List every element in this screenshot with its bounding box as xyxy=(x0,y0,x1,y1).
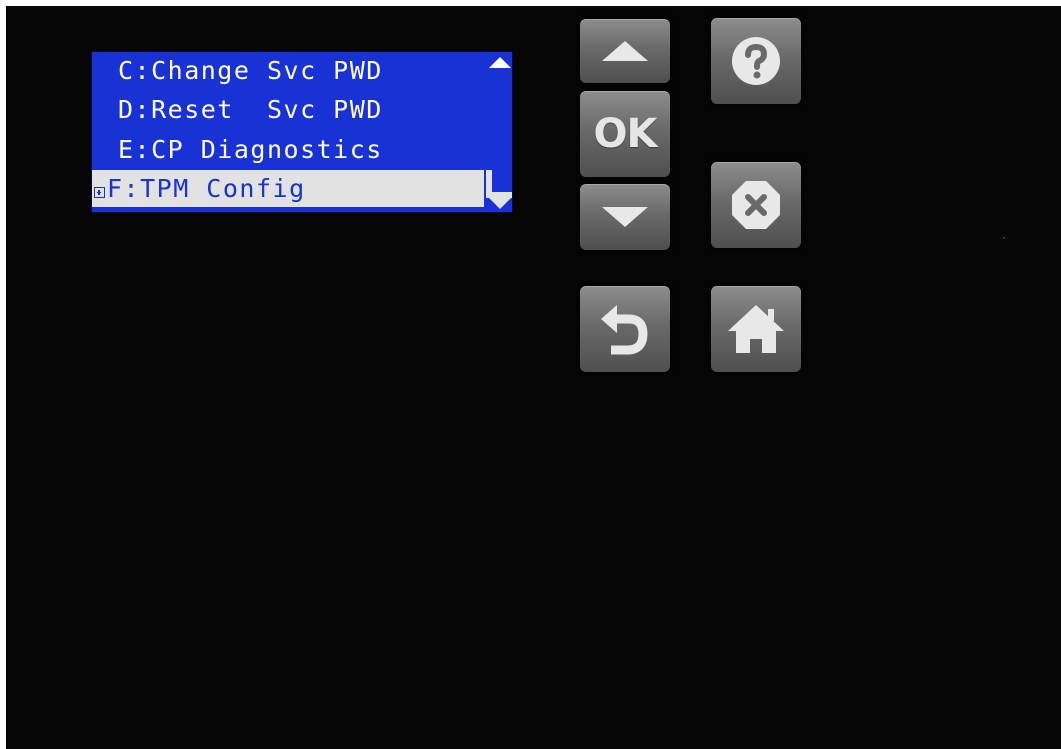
menu-item-c[interactable]: C:Change Svc PWD xyxy=(92,52,486,90)
menu-item-label: F:TPM Config xyxy=(107,174,306,203)
back-button[interactable] xyxy=(580,286,670,372)
display-artifact xyxy=(1003,237,1005,239)
ok-button[interactable]: OK xyxy=(580,91,670,177)
menu-item-d[interactable]: D:Reset Svc PWD xyxy=(92,91,486,129)
down-button[interactable] xyxy=(580,184,670,250)
device-screen: C:Change Svc PWD D:Reset Svc PWD E:CP Di… xyxy=(6,6,1061,749)
expand-icon xyxy=(94,187,105,198)
menu-item-f-selected[interactable]: F:TPM Config xyxy=(92,170,484,207)
menu-item-e[interactable]: E:CP Diagnostics xyxy=(92,131,486,169)
scroll-down-icon xyxy=(489,198,511,209)
help-button[interactable] xyxy=(711,18,801,104)
ok-label: OK xyxy=(593,111,658,157)
menu-scrollbar[interactable] xyxy=(486,52,512,212)
triangle-up-icon xyxy=(600,39,650,63)
triangle-down-icon xyxy=(600,205,650,229)
home-icon xyxy=(726,303,786,355)
question-mark-icon xyxy=(730,35,782,87)
home-button[interactable] xyxy=(711,286,801,372)
back-arrow-icon xyxy=(599,301,651,357)
x-octagon-icon xyxy=(730,179,782,231)
scroll-up-icon xyxy=(489,57,511,68)
up-button[interactable] xyxy=(580,19,670,83)
cancel-button[interactable] xyxy=(711,162,801,248)
menu-panel: C:Change Svc PWD D:Reset Svc PWD E:CP Di… xyxy=(92,52,512,212)
